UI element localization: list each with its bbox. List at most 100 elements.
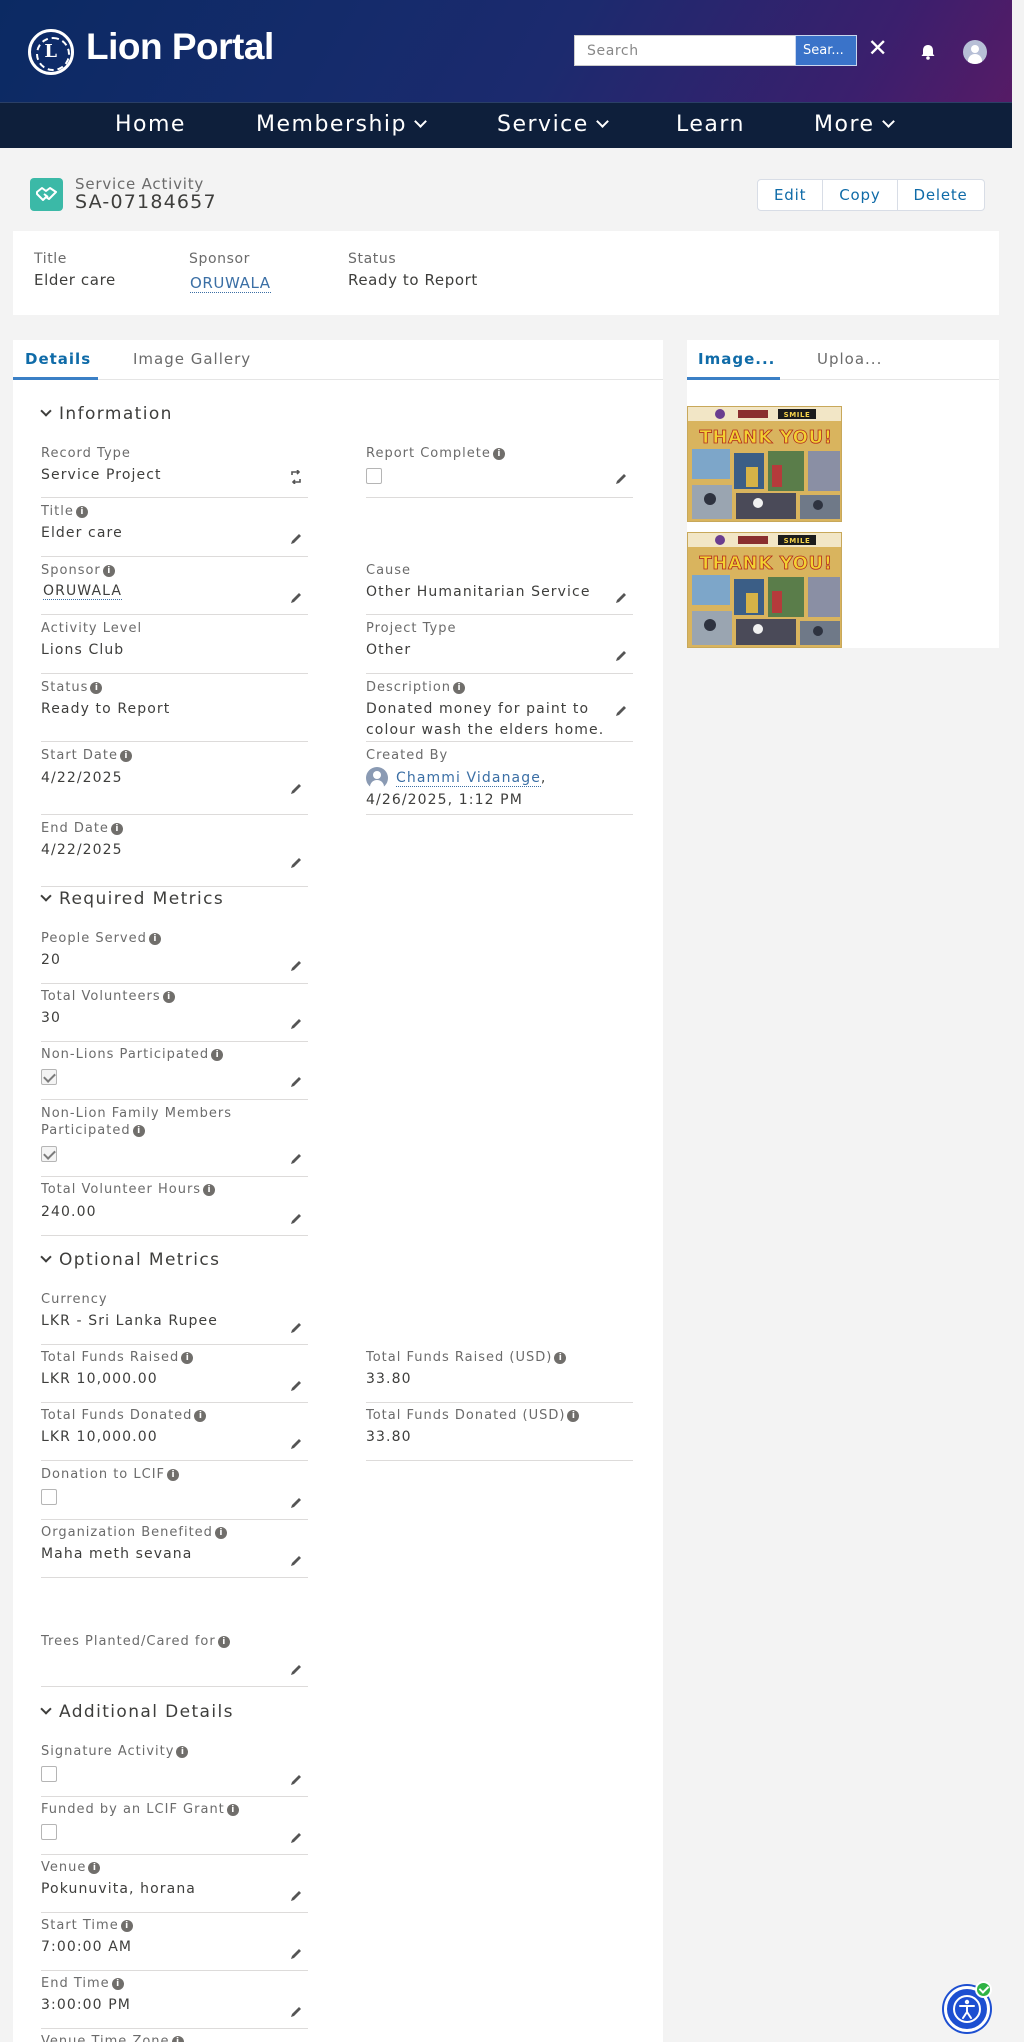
nav-item-learn[interactable]: Learn xyxy=(676,112,745,137)
donation-lcif-checkbox[interactable] xyxy=(41,1489,57,1505)
pencil-icon[interactable] xyxy=(289,1831,303,1845)
record-actions: Edit Copy Delete xyxy=(757,179,985,211)
non-lion-family-checkbox[interactable] xyxy=(41,1146,57,1162)
active-tab-indicator xyxy=(13,377,98,380)
search-button[interactable]: Sear... xyxy=(795,35,857,66)
info-icon[interactable]: i xyxy=(203,1184,216,1196)
gallery-image-thumbnail[interactable]: SMILE THANK YOU! xyxy=(687,406,842,522)
highlight-sponsor-link[interactable]: ORUWALA xyxy=(190,274,271,293)
info-icon[interactable]: i xyxy=(492,448,505,460)
info-icon[interactable]: i xyxy=(181,1352,194,1364)
chevron-down-icon xyxy=(414,115,427,128)
nav-item-home[interactable]: Home xyxy=(115,112,186,137)
info-icon[interactable]: i xyxy=(194,1410,207,1422)
info-icon[interactable]: i xyxy=(211,1049,224,1061)
info-icon[interactable]: i xyxy=(453,682,466,694)
report-complete-checkbox[interactable] xyxy=(366,468,382,484)
pencil-icon[interactable] xyxy=(289,1889,303,1903)
info-icon[interactable]: i xyxy=(167,1469,180,1481)
info-icon[interactable]: i xyxy=(120,1920,133,1932)
info-icon[interactable]: i xyxy=(226,1804,239,1816)
signature-activity-checkbox[interactable] xyxy=(41,1766,57,1782)
pencil-icon[interactable] xyxy=(614,472,628,486)
field-label-text: Title xyxy=(41,504,74,519)
pencil-icon[interactable] xyxy=(289,1947,303,1961)
section-information[interactable]: Information xyxy=(39,404,173,424)
field-label-text: Trees Planted/Cared for xyxy=(41,1634,216,1649)
pencil-icon[interactable] xyxy=(614,704,628,718)
search-input[interactable] xyxy=(574,35,796,66)
details-card: Details Image Gallery Information Record… xyxy=(13,340,663,2042)
main-nav: Home Membership Service Learn More xyxy=(0,102,1012,148)
info-icon[interactable]: i xyxy=(554,1352,567,1364)
info-icon[interactable]: i xyxy=(75,506,88,518)
portal-logo-text[interactable]: Lion Portal xyxy=(86,26,274,68)
info-icon[interactable]: i xyxy=(111,1978,124,1990)
info-icon[interactable]: i xyxy=(214,1527,227,1539)
close-icon[interactable]: ✕ xyxy=(867,36,889,60)
edit-button[interactable]: Edit xyxy=(758,180,822,210)
field-label: Trees Planted/Cared for i xyxy=(41,1634,230,1649)
bell-icon[interactable] xyxy=(918,42,938,62)
lions-logo-icon[interactable] xyxy=(28,29,74,75)
pencil-icon[interactable] xyxy=(614,649,628,663)
handshake-icon xyxy=(30,178,63,211)
section-title: Required Metrics xyxy=(59,889,225,909)
info-icon[interactable]: i xyxy=(217,1636,230,1648)
section-optional-metrics[interactable]: Optional Metrics xyxy=(39,1250,220,1270)
tab-upload[interactable]: Uploa... xyxy=(817,350,882,368)
pencil-icon[interactable] xyxy=(289,591,303,605)
nav-item-service[interactable]: Service xyxy=(497,112,609,137)
pencil-icon[interactable] xyxy=(289,1663,303,1677)
pencil-icon[interactable] xyxy=(289,782,303,796)
pencil-icon[interactable] xyxy=(289,1017,303,1031)
field-value: 7:00:00 AM xyxy=(41,1939,133,1955)
non-lions-participated-checkbox[interactable] xyxy=(41,1069,57,1085)
info-icon[interactable]: i xyxy=(110,823,123,835)
info-icon[interactable]: i xyxy=(176,1746,189,1758)
pencil-icon[interactable] xyxy=(289,1075,303,1089)
copy-button[interactable]: Copy xyxy=(822,180,896,210)
pencil-icon[interactable] xyxy=(289,1212,303,1226)
pencil-icon[interactable] xyxy=(289,1496,303,1510)
pencil-icon[interactable] xyxy=(289,2005,303,2019)
field-start-time: Start Time i 7:00:00 AM xyxy=(41,1918,308,1971)
nav-item-more[interactable]: More xyxy=(814,112,895,137)
pencil-icon[interactable] xyxy=(289,1554,303,1568)
pencil-icon[interactable] xyxy=(289,1773,303,1787)
info-icon[interactable]: i xyxy=(567,1410,580,1422)
delete-button[interactable]: Delete xyxy=(896,180,984,210)
tab-image-gallery[interactable]: Image Gallery xyxy=(133,350,251,368)
info-icon[interactable]: i xyxy=(171,2036,184,2042)
info-icon[interactable]: i xyxy=(88,1862,101,1874)
info-icon[interactable]: i xyxy=(148,933,161,945)
gallery-image-thumbnail[interactable]: SMILE THANK YOU! xyxy=(687,532,842,648)
info-icon[interactable]: i xyxy=(132,1125,145,1137)
pencil-icon[interactable] xyxy=(289,1152,303,1166)
field-label-text: Funded by an LCIF Grant xyxy=(41,1802,225,1817)
pencil-icon[interactable] xyxy=(289,1379,303,1393)
pencil-icon[interactable] xyxy=(289,959,303,973)
pencil-icon[interactable] xyxy=(289,856,303,870)
info-icon[interactable]: i xyxy=(119,750,132,762)
sponsor-link[interactable]: ORUWALA xyxy=(43,583,123,600)
section-required-metrics[interactable]: Required Metrics xyxy=(39,889,224,909)
tab-images[interactable]: Image... xyxy=(698,350,775,368)
pencil-icon[interactable] xyxy=(289,1437,303,1451)
tab-details[interactable]: Details xyxy=(25,350,91,368)
pencil-icon[interactable] xyxy=(289,1321,303,1335)
nav-item-membership[interactable]: Membership xyxy=(256,112,427,137)
info-icon[interactable]: i xyxy=(90,682,103,694)
change-record-type-icon[interactable] xyxy=(289,470,303,484)
user-avatar-icon[interactable] xyxy=(963,40,987,64)
lcif-grant-checkbox[interactable] xyxy=(41,1824,57,1840)
info-icon[interactable]: i xyxy=(162,991,175,1003)
section-additional-details[interactable]: Additional Details xyxy=(39,1702,234,1722)
pencil-icon[interactable] xyxy=(614,591,628,605)
created-by-user-link[interactable]: Chammi Vidanage xyxy=(396,770,541,787)
field-created-by: Created By Chammi Vidanage, 4/26/2025, 1… xyxy=(366,748,633,815)
field-label-text: Participated xyxy=(41,1123,131,1138)
info-icon[interactable]: i xyxy=(102,565,115,577)
field-value: LKR 10,000.00 xyxy=(41,1371,158,1387)
pencil-icon[interactable] xyxy=(289,532,303,546)
